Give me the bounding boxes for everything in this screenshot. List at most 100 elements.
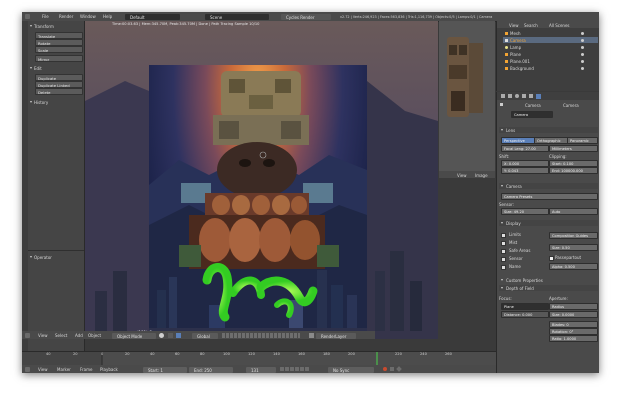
viewport-menu-add[interactable]: Add	[75, 333, 83, 338]
mirror-button[interactable]: Mirror	[35, 55, 83, 62]
render-engine-select[interactable]: Cycles Render	[281, 13, 331, 20]
start-frame-field[interactable]: Start: 1	[143, 366, 187, 373]
outliner-item-camera[interactable]: Camera	[503, 37, 598, 43]
display-limits-checkbox[interactable]: Limits	[501, 232, 541, 238]
menu-render[interactable]: Render	[59, 14, 73, 19]
edit-panel-header[interactable]: Edit	[28, 65, 84, 71]
jump-end-icon[interactable]	[305, 367, 309, 371]
visibility-eye-icon[interactable]	[581, 38, 584, 42]
outliner-item-lamp[interactable]: Lamp	[503, 44, 598, 50]
composition-guides-select[interactable]: Composition Guides	[549, 232, 598, 239]
mode-select[interactable]: Object Mode	[112, 332, 156, 339]
viewport-menu-object[interactable]: Object	[88, 333, 101, 338]
operator-panel-header[interactable]: Operator	[28, 254, 84, 260]
display-safe-areas-checkbox[interactable]: Safe Areas	[501, 248, 541, 254]
scale-button[interactable]: Scale	[35, 46, 83, 53]
play-reverse-icon[interactable]	[290, 367, 294, 371]
camera-presets-select[interactable]: Camera Presets	[501, 193, 598, 200]
image-editor[interactable]: View Image	[439, 21, 495, 178]
delete-button[interactable]: Delete	[35, 88, 83, 95]
outliner-menu-view[interactable]: View	[509, 23, 519, 28]
timeline-menu-playback[interactable]: Playback	[100, 367, 118, 372]
passepartout-alpha-field[interactable]: Alpha: 0.500	[549, 263, 598, 270]
passepartout-checkbox[interactable]: Passepartout	[549, 255, 596, 261]
viewport-menu-view[interactable]: View	[38, 333, 48, 338]
display-mist-checkbox[interactable]: Mist	[501, 240, 541, 246]
viewport-editor-icon[interactable]	[25, 332, 30, 338]
jump-start-icon[interactable]	[280, 367, 284, 371]
visibility-eye-icon[interactable]	[581, 66, 584, 70]
transform-orientation-select[interactable]: Global	[192, 332, 218, 339]
timeline-menu-frame[interactable]: Frame	[80, 367, 92, 372]
screen-layout-select[interactable]: Default	[125, 13, 180, 20]
visibility-eye-icon[interactable]	[581, 31, 584, 35]
lens-panoramic-button[interactable]: Panoramic	[567, 137, 598, 144]
timeline-menu-marker[interactable]: Marker	[57, 367, 71, 372]
display-panel-header[interactable]: Display	[499, 220, 598, 226]
timeline[interactable]: 40 20 0 20 40 60 80 100 120 140 160 180 …	[22, 351, 496, 366]
aperture-type-select[interactable]: Radius	[549, 303, 598, 310]
shading-sphere-icon[interactable]	[159, 332, 164, 338]
camera-datablock-field[interactable]: Camera	[511, 111, 553, 118]
camera-panel-header[interactable]: Camera	[499, 183, 598, 189]
editor-type-icon[interactable]	[25, 13, 30, 19]
next-keyframe-icon[interactable]	[300, 367, 304, 371]
sync-mode-select[interactable]: No Sync	[328, 366, 374, 373]
focus-distance-field[interactable]: Distance: 0.000	[501, 311, 549, 318]
menu-window[interactable]: Window	[80, 14, 96, 19]
viewport-menu-select[interactable]: Select	[55, 333, 67, 338]
focus-object-field[interactable]: Plane	[501, 303, 549, 310]
shift-x-field[interactable]: X: 0.000	[501, 160, 549, 167]
rotate-button[interactable]: Rotate	[35, 39, 83, 46]
play-icon[interactable]	[295, 367, 299, 371]
lens-perspective-button[interactable]: Perspective	[501, 137, 535, 144]
menu-file[interactable]: File	[42, 14, 49, 19]
end-frame-field[interactable]: End: 250	[189, 366, 233, 373]
current-frame-field[interactable]: 131	[246, 366, 276, 373]
outliner-item-plane-001[interactable]: Plane.001	[503, 58, 598, 64]
camera-data-tab-icon[interactable]	[536, 93, 541, 99]
scene-tab-icon[interactable]	[508, 94, 512, 98]
display-sensor-checkbox[interactable]: Sensor	[501, 256, 541, 262]
world-tab-icon[interactable]	[515, 94, 519, 98]
lens-panel-header[interactable]: Lens	[499, 127, 598, 133]
render-layer-select[interactable]: RenderLayer	[316, 332, 356, 339]
image-menu-image[interactable]: Image	[475, 173, 488, 178]
duplicate-button[interactable]: Duplicate	[35, 74, 83, 81]
translate-button[interactable]: Translate	[35, 32, 83, 39]
blades-field[interactable]: Blades: 0	[549, 321, 598, 328]
keying-set-icon[interactable]	[390, 367, 394, 371]
focal-length-field[interactable]: Focal Leng: 27.00	[501, 145, 549, 152]
image-menu-view[interactable]: View	[457, 173, 467, 178]
rotation-field[interactable]: Rotation: 0°	[549, 328, 598, 335]
lens-unit-select[interactable]: Millimeters	[549, 145, 598, 152]
scene-select[interactable]: Scene	[205, 13, 269, 20]
pivot-icon[interactable]	[168, 332, 173, 338]
record-icon[interactable]	[383, 367, 387, 371]
prev-keyframe-icon[interactable]	[285, 367, 289, 371]
history-panel-header[interactable]: History	[28, 99, 84, 105]
display-size-field[interactable]: Size: 0.50	[549, 244, 598, 251]
timeline-menu-view[interactable]: View	[38, 367, 48, 372]
outliner-item-plane[interactable]: Plane	[503, 51, 598, 57]
pin-icon[interactable]	[500, 102, 503, 106]
custom-properties-header[interactable]: Custom Properties	[499, 277, 598, 283]
outliner-item-background[interactable]: Background	[503, 65, 598, 71]
ratio-field[interactable]: Ratio: 1.0000	[549, 335, 598, 342]
duplicate-linked-button[interactable]: Duplicate Linked	[35, 81, 83, 88]
display-name-checkbox[interactable]: Name	[501, 264, 541, 270]
visibility-eye-icon[interactable]	[581, 45, 584, 49]
object-tab-icon[interactable]	[522, 94, 526, 98]
timeline-editor-icon[interactable]	[25, 366, 30, 372]
visibility-eye-icon[interactable]	[581, 52, 584, 56]
lens-orthographic-button[interactable]: Orthographic	[534, 137, 568, 144]
constraints-tab-icon[interactable]	[529, 94, 533, 98]
aperture-size-field[interactable]: Size: 0.0000	[549, 311, 598, 318]
render-region[interactable]	[149, 65, 367, 328]
clip-end-field[interactable]: End: 100000.000	[549, 167, 598, 174]
outliner-item-mesh[interactable]: Mesh	[503, 30, 598, 36]
outliner-menu-search[interactable]: Search	[524, 23, 538, 28]
manipulator-icon[interactable]	[176, 332, 181, 338]
layer-buttons[interactable]	[222, 332, 300, 338]
sensor-fit-select[interactable]: Auto	[549, 208, 598, 215]
